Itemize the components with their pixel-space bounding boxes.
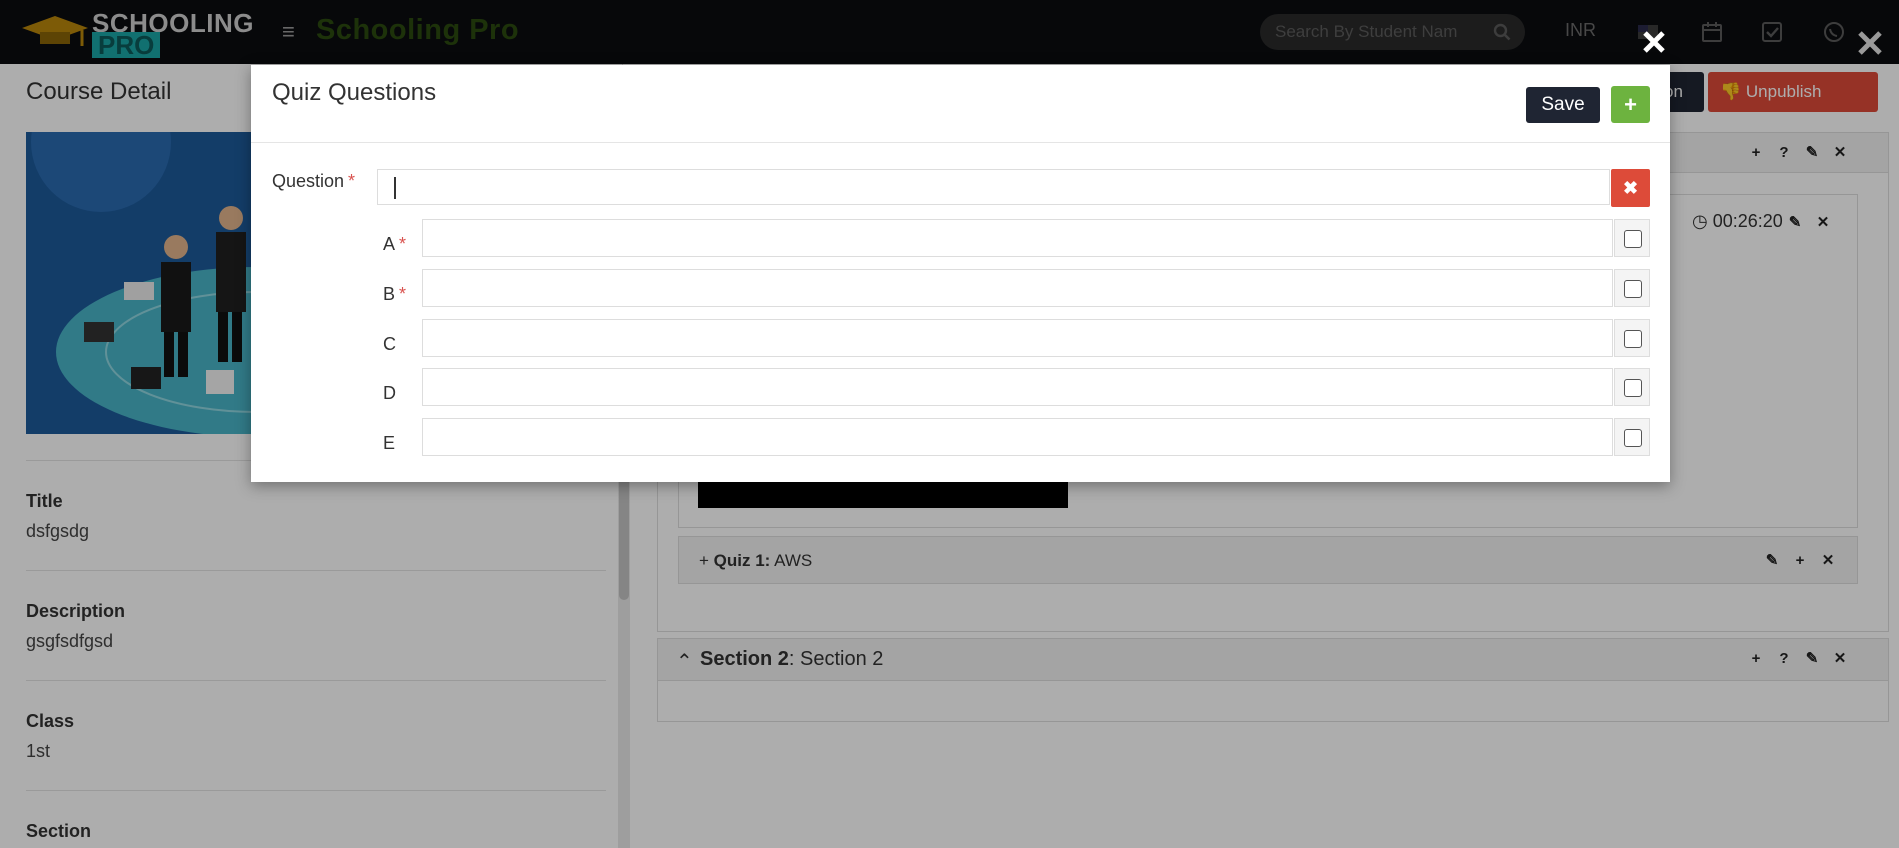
option-c-correct-cell [1614,319,1650,357]
modal-close-icon[interactable] [1640,28,1668,56]
plus-icon: + [1624,92,1637,117]
option-c-label: C [383,334,396,355]
text-cursor [394,177,396,199]
label-text: A [383,234,396,254]
option-b-correct-checkbox[interactable] [1624,280,1642,298]
option-d-correct-cell [1614,368,1650,406]
label-text: D [383,383,396,403]
label-text: E [383,433,396,453]
option-a-correct-cell [1614,219,1650,257]
option-e-label: E [383,433,395,454]
add-question-button[interactable]: + [1611,86,1650,123]
question-label: Question * [272,171,355,192]
option-a-label: A * [383,234,406,255]
save-button[interactable]: Save [1526,87,1600,123]
option-c-correct-checkbox[interactable] [1624,330,1642,348]
quiz-questions-modal: Quiz Questions Save + Question * ✖ A * B * … [251,65,1670,482]
question-input[interactable] [377,169,1610,205]
option-c-input[interactable] [422,319,1613,357]
required-mark: * [399,284,407,304]
option-a-correct-checkbox[interactable] [1624,230,1642,248]
option-b-input[interactable] [422,269,1613,307]
close-icon: ✖ [1622,178,1639,198]
option-b-correct-cell [1614,269,1650,307]
option-a-input[interactable] [422,219,1613,257]
close-icon[interactable] [1855,28,1885,58]
option-e-correct-checkbox[interactable] [1624,429,1642,447]
option-e-input[interactable] [422,418,1613,456]
option-d-correct-checkbox[interactable] [1624,379,1642,397]
label-text: C [383,334,396,354]
option-e-correct-cell [1614,418,1650,456]
delete-question-button[interactable]: ✖ [1611,169,1650,207]
modal-title: Quiz Questions [272,79,437,106]
option-d-label: D [383,383,396,404]
modal-header: Quiz Questions Save + [251,65,1670,143]
required-mark: * [399,234,407,254]
required-mark: * [348,171,356,191]
option-b-label: B * [383,284,406,305]
label-text: Question [272,171,345,191]
label-text: B [383,284,396,304]
option-d-input[interactable] [422,368,1613,406]
